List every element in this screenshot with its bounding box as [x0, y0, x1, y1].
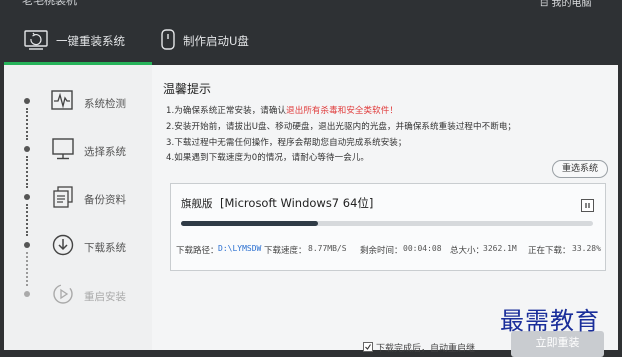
tip-line: 1.为确保系统正常安装，请确认退出所有杀毒和安全类软件！: [166, 106, 398, 116]
watermark: 最需教育: [500, 307, 600, 335]
size-label: 总大小：: [450, 246, 485, 256]
monitor-icon: [52, 138, 74, 160]
pause-button[interactable]: [581, 199, 594, 212]
tab-reinstall-label: 一键重装系统: [56, 34, 125, 48]
remaining-label: 剩余时间：: [360, 246, 403, 256]
step-label-download: 下载系统: [84, 242, 126, 254]
my-computer-button[interactable]: ⊟ 我的电脑: [540, 0, 592, 9]
usb-drive-icon: [161, 29, 175, 50]
tips-heading: 温馨提示: [163, 82, 212, 96]
step-label-restart: 重启安装: [84, 291, 126, 303]
app-title: 老毛桃装机: [22, 0, 77, 7]
step-connector: [26, 156, 30, 188]
tab-make-usb-label: 制作启动U盘: [183, 34, 249, 48]
tip-line: 3.下载过程中无需任何操作，程序会帮助您自动完成系统安装；: [166, 138, 407, 148]
download-icon: [52, 234, 74, 256]
documents-icon: [53, 186, 73, 208]
step-connector: [26, 204, 30, 236]
tab-make-usb[interactable]: 制作启动U盘: [152, 18, 302, 64]
pause-icon: [585, 203, 590, 208]
step-label-select: 选择系统: [84, 146, 126, 158]
step-dot: [24, 98, 30, 104]
path-value: D:\LYMSDW: [218, 244, 262, 253]
refresh-monitor-icon: [24, 30, 48, 50]
step-dot: [24, 291, 30, 297]
edition-label: 旗舰版: [181, 198, 213, 210]
step-connector: [26, 252, 30, 286]
speed-label: 下载速度：: [264, 246, 307, 256]
status-label: 正在下载：: [528, 246, 571, 256]
tip-line: 2.安装开始前，请拔出U盘、移动硬盘，退出光驱内的光盘，并确保系统重装过程中不断…: [166, 122, 517, 132]
remaining-value: 00:04:08: [403, 244, 442, 253]
reselect-system-button[interactable]: 重选系统: [552, 160, 608, 178]
path-label: 下载路径：: [176, 246, 219, 256]
pulse-icon: [51, 90, 73, 110]
restart-icon: [53, 284, 73, 304]
auto-restart-label: 下载完成后，自动重启继: [376, 344, 476, 354]
step-label-backup: 备份资料: [84, 194, 126, 206]
step-dot: [24, 242, 30, 248]
os-name: [Microsoft Windows7 64位]: [220, 196, 374, 210]
step-label-detect: 系统检测: [84, 98, 126, 110]
status-value: 33.28%: [572, 244, 601, 253]
step-dot: [24, 146, 30, 152]
step-connector: [26, 108, 30, 140]
tab-reinstall-system[interactable]: 一键重装系统: [4, 18, 152, 64]
size-value: 3262.1M: [483, 244, 517, 253]
speed-value: 8.77MB/S: [308, 244, 347, 253]
tip-line: 4.如果遇到下载速度为0的情况，请耐心等待一会儿。: [166, 153, 370, 163]
progress-fill: [181, 221, 319, 226]
auto-restart-checkbox[interactable]: [363, 342, 373, 352]
step-dot: [24, 194, 30, 200]
